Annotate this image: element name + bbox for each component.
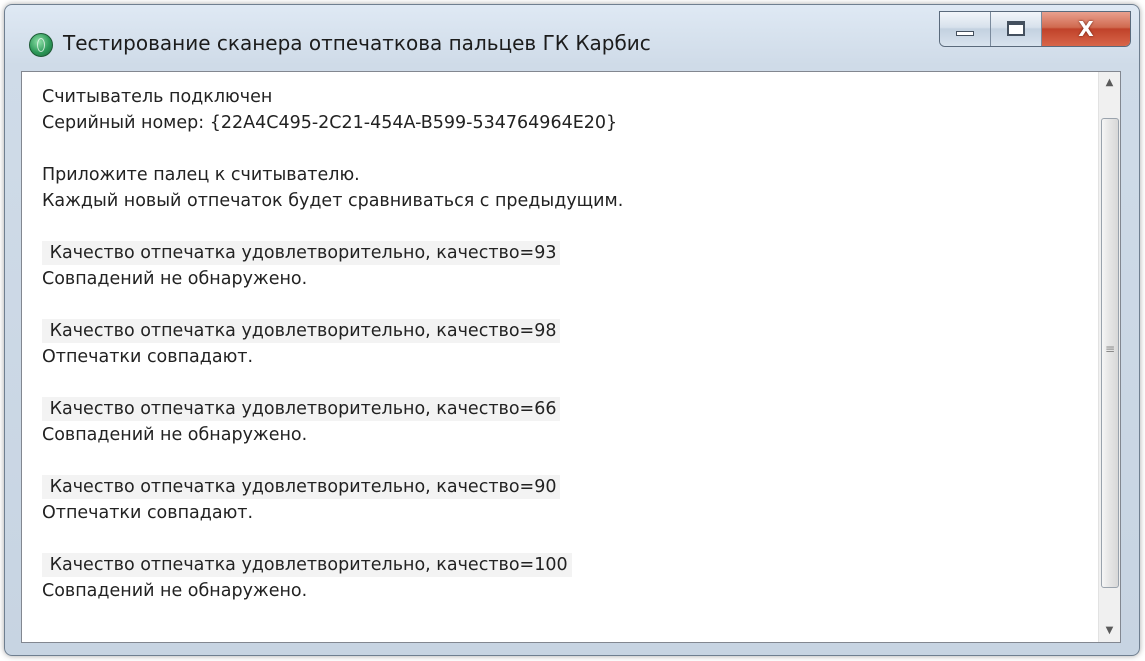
- log-line: Считыватель подключен: [42, 87, 273, 107]
- scroll-thumb[interactable]: ≡: [1101, 118, 1119, 588]
- log-line-result: Совпадений не обнаружено.: [42, 425, 308, 445]
- log-line: Каждый новый отпечаток будет сравниватьс…: [42, 191, 624, 211]
- maximize-button[interactable]: [991, 12, 1042, 46]
- vertical-scrollbar[interactable]: ▲ ≡ ▼: [1098, 72, 1120, 642]
- log-line-quality: Качество отпечатка удовлетворительно, ка…: [42, 240, 1098, 266]
- log-line: Приложите палец к считывателю.: [42, 165, 360, 185]
- minimize-icon: [956, 31, 974, 36]
- scroll-down-arrow-icon[interactable]: ▼: [1099, 620, 1120, 642]
- caption-buttons: X: [939, 11, 1131, 47]
- close-button[interactable]: X: [1042, 12, 1130, 46]
- log-line-quality: Качество отпечатка удовлетворительно, ка…: [42, 318, 1098, 344]
- window-title: Тестирование сканера отпечаткова пальцев…: [63, 31, 651, 55]
- minimize-button[interactable]: [940, 12, 991, 46]
- scroll-up-arrow-icon[interactable]: ▲: [1099, 72, 1120, 94]
- app-window: Тестирование сканера отпечаткова пальцев…: [4, 4, 1140, 656]
- log-line-result: Совпадений не обнаружено.: [42, 269, 308, 289]
- maximize-icon: [1007, 21, 1025, 36]
- log-line-quality: Качество отпечатка удовлетворительно, ка…: [42, 552, 1098, 578]
- log-textbox[interactable]: Считыватель подключен Серийный номер: {2…: [21, 71, 1121, 643]
- log-content: Считыватель подключен Серийный номер: {2…: [22, 72, 1098, 642]
- log-line-quality: Качество отпечатка удовлетворительно, ка…: [42, 396, 1098, 422]
- log-line-result: Отпечатки совпадают.: [42, 503, 254, 523]
- log-line-result: Отпечатки совпадают.: [42, 347, 254, 367]
- grip-icon: ≡: [1104, 342, 1116, 356]
- log-line-quality: Качество отпечатка удовлетворительно, ка…: [42, 474, 1098, 500]
- title-bar[interactable]: Тестирование сканера отпечаткова пальцев…: [5, 5, 1139, 69]
- log-line-result: Совпадений не обнаружено.: [42, 581, 308, 601]
- fingerprint-app-icon[interactable]: [29, 33, 53, 57]
- close-icon: X: [1078, 17, 1094, 41]
- log-line: Серийный номер: {22A4C495-2C21-454A-B599…: [42, 113, 618, 133]
